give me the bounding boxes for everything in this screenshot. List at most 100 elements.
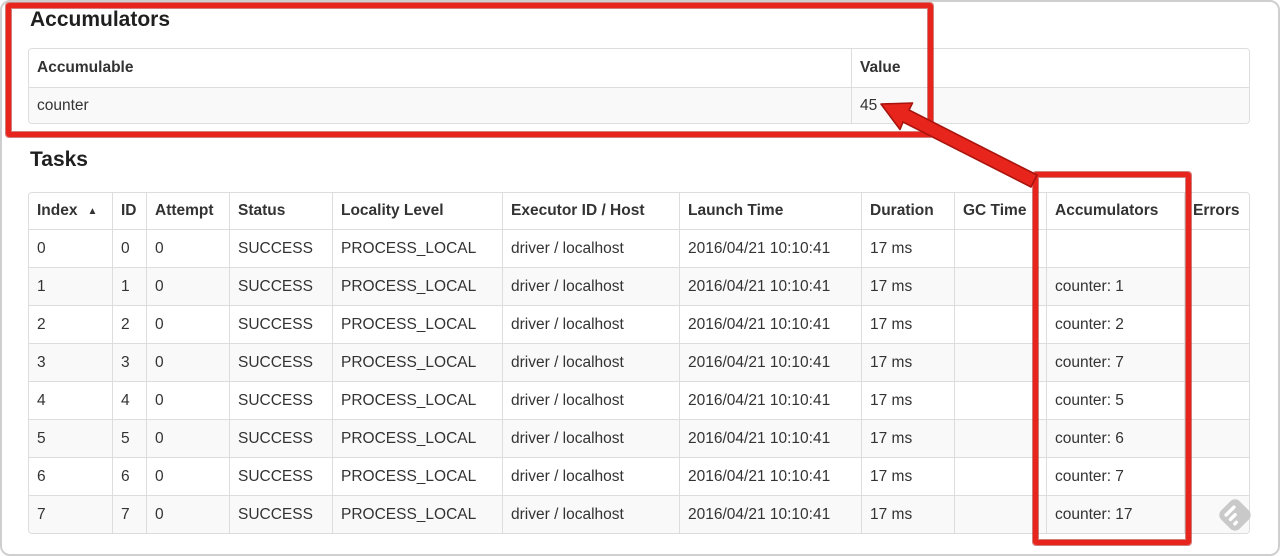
task-locality-cell: PROCESS_LOCAL bbox=[332, 419, 502, 457]
task-attempt-cell: 0 bbox=[146, 495, 229, 533]
task-locality-cell: PROCESS_LOCAL bbox=[332, 267, 502, 305]
task-errors-cell bbox=[1184, 495, 1249, 533]
task-duration-cell: 17 ms bbox=[861, 343, 954, 381]
task-duration-cell: 17 ms bbox=[861, 229, 954, 267]
task-id-cell: 5 bbox=[112, 419, 146, 457]
tasks-header-status[interactable]: Status bbox=[229, 193, 332, 229]
task-row: 3 3 0 SUCCESS PROCESS_LOCAL driver / loc… bbox=[29, 343, 1249, 381]
accumulators-section-title: Accumulators bbox=[30, 8, 171, 31]
task-index-cell: 7 bbox=[29, 495, 112, 533]
task-gc-time-cell bbox=[954, 419, 1046, 457]
task-locality-cell: PROCESS_LOCAL bbox=[332, 457, 502, 495]
tasks-table-body: 0 0 0 SUCCESS PROCESS_LOCAL driver / loc… bbox=[29, 229, 1249, 533]
task-locality-cell: PROCESS_LOCAL bbox=[332, 305, 502, 343]
task-row: 2 2 0 SUCCESS PROCESS_LOCAL driver / loc… bbox=[29, 305, 1249, 343]
task-executor-cell: driver / localhost bbox=[502, 495, 679, 533]
tasks-header-accumulators[interactable]: Accumulators bbox=[1046, 193, 1184, 229]
task-launch-time-cell: 2016/04/21 10:10:41 bbox=[679, 419, 861, 457]
task-errors-cell bbox=[1184, 305, 1249, 343]
task-launch-time-cell: 2016/04/21 10:10:41 bbox=[679, 381, 861, 419]
task-status-cell: SUCCESS bbox=[229, 381, 332, 419]
task-status-cell: SUCCESS bbox=[229, 305, 332, 343]
task-index-cell: 0 bbox=[29, 229, 112, 267]
tasks-table: Index ▲ ID Attempt Status Locality Level … bbox=[28, 192, 1250, 534]
tasks-header-errors[interactable]: Errors bbox=[1184, 193, 1249, 229]
accumulator-row: counter 45 bbox=[29, 87, 1249, 123]
task-errors-cell bbox=[1184, 229, 1249, 267]
task-accumulators-cell: counter: 2 bbox=[1046, 305, 1184, 343]
task-locality-cell: PROCESS_LOCAL bbox=[332, 343, 502, 381]
task-duration-cell: 17 ms bbox=[861, 495, 954, 533]
tasks-header-duration[interactable]: Duration bbox=[861, 193, 954, 229]
task-errors-cell bbox=[1184, 381, 1249, 419]
task-accumulators-cell bbox=[1046, 229, 1184, 267]
task-gc-time-cell bbox=[954, 457, 1046, 495]
tasks-header-index[interactable]: Index ▲ bbox=[29, 193, 112, 229]
tasks-header-row: Index ▲ ID Attempt Status Locality Level … bbox=[29, 193, 1249, 229]
task-executor-cell: driver / localhost bbox=[502, 229, 679, 267]
task-id-cell: 2 bbox=[112, 305, 146, 343]
task-launch-time-cell: 2016/04/21 10:10:41 bbox=[679, 267, 861, 305]
task-duration-cell: 17 ms bbox=[861, 381, 954, 419]
accumulable-column-header: Accumulable bbox=[29, 49, 851, 87]
task-accumulators-cell: counter: 17 bbox=[1046, 495, 1184, 533]
task-status-cell: SUCCESS bbox=[229, 419, 332, 457]
task-id-cell: 1 bbox=[112, 267, 146, 305]
task-gc-time-cell bbox=[954, 267, 1046, 305]
task-index-cell: 3 bbox=[29, 343, 112, 381]
tasks-header-id[interactable]: ID bbox=[112, 193, 146, 229]
task-status-cell: SUCCESS bbox=[229, 267, 332, 305]
tasks-header-locality-level[interactable]: Locality Level bbox=[332, 193, 502, 229]
tasks-header-gc-time[interactable]: GC Time bbox=[954, 193, 1046, 229]
task-gc-time-cell bbox=[954, 305, 1046, 343]
task-errors-cell bbox=[1184, 267, 1249, 305]
tasks-header-launch-time[interactable]: Launch Time bbox=[679, 193, 861, 229]
task-row: 6 6 0 SUCCESS PROCESS_LOCAL driver / loc… bbox=[29, 457, 1249, 495]
task-duration-cell: 17 ms bbox=[861, 267, 954, 305]
task-launch-time-cell: 2016/04/21 10:10:41 bbox=[679, 305, 861, 343]
task-status-cell: SUCCESS bbox=[229, 229, 332, 267]
task-executor-cell: driver / localhost bbox=[502, 343, 679, 381]
task-accumulators-cell: counter: 7 bbox=[1046, 457, 1184, 495]
accumulable-value-cell: 45 bbox=[851, 87, 1249, 123]
task-attempt-cell: 0 bbox=[146, 457, 229, 495]
task-index-cell: 2 bbox=[29, 305, 112, 343]
task-executor-cell: driver / localhost bbox=[502, 267, 679, 305]
task-launch-time-cell: 2016/04/21 10:10:41 bbox=[679, 343, 861, 381]
task-index-cell: 6 bbox=[29, 457, 112, 495]
task-executor-cell: driver / localhost bbox=[502, 381, 679, 419]
sort-ascending-icon: ▲ bbox=[87, 206, 98, 217]
task-errors-cell bbox=[1184, 419, 1249, 457]
task-gc-time-cell bbox=[954, 343, 1046, 381]
tasks-header-executor-id-host[interactable]: Executor ID / Host bbox=[502, 193, 679, 229]
task-gc-time-cell bbox=[954, 229, 1046, 267]
task-duration-cell: 17 ms bbox=[861, 419, 954, 457]
task-executor-cell: driver / localhost bbox=[502, 305, 679, 343]
task-id-cell: 3 bbox=[112, 343, 146, 381]
task-locality-cell: PROCESS_LOCAL bbox=[332, 381, 502, 419]
task-id-cell: 7 bbox=[112, 495, 146, 533]
tasks-header-index-label: Index bbox=[37, 202, 78, 219]
task-row: 7 7 0 SUCCESS PROCESS_LOCAL driver / loc… bbox=[29, 495, 1249, 533]
task-attempt-cell: 0 bbox=[146, 267, 229, 305]
task-index-cell: 4 bbox=[29, 381, 112, 419]
value-column-header: Value bbox=[851, 49, 1249, 87]
task-launch-time-cell: 2016/04/21 10:10:41 bbox=[679, 457, 861, 495]
accumulators-header-row: Accumulable Value bbox=[29, 49, 1249, 87]
task-status-cell: SUCCESS bbox=[229, 457, 332, 495]
task-attempt-cell: 0 bbox=[146, 229, 229, 267]
task-launch-time-cell: 2016/04/21 10:10:41 bbox=[679, 229, 861, 267]
task-row: 1 1 0 SUCCESS PROCESS_LOCAL driver / loc… bbox=[29, 267, 1249, 305]
task-row: 5 5 0 SUCCESS PROCESS_LOCAL driver / loc… bbox=[29, 419, 1249, 457]
task-locality-cell: PROCESS_LOCAL bbox=[332, 229, 502, 267]
tasks-header-attempt[interactable]: Attempt bbox=[146, 193, 229, 229]
accumulable-name-cell: counter bbox=[29, 87, 851, 123]
task-row: 0 0 0 SUCCESS PROCESS_LOCAL driver / loc… bbox=[29, 229, 1249, 267]
task-attempt-cell: 0 bbox=[146, 419, 229, 457]
task-executor-cell: driver / localhost bbox=[502, 457, 679, 495]
task-errors-cell bbox=[1184, 343, 1249, 381]
task-launch-time-cell: 2016/04/21 10:10:41 bbox=[679, 495, 861, 533]
task-accumulators-cell: counter: 6 bbox=[1046, 419, 1184, 457]
task-attempt-cell: 0 bbox=[146, 381, 229, 419]
task-gc-time-cell bbox=[954, 381, 1046, 419]
